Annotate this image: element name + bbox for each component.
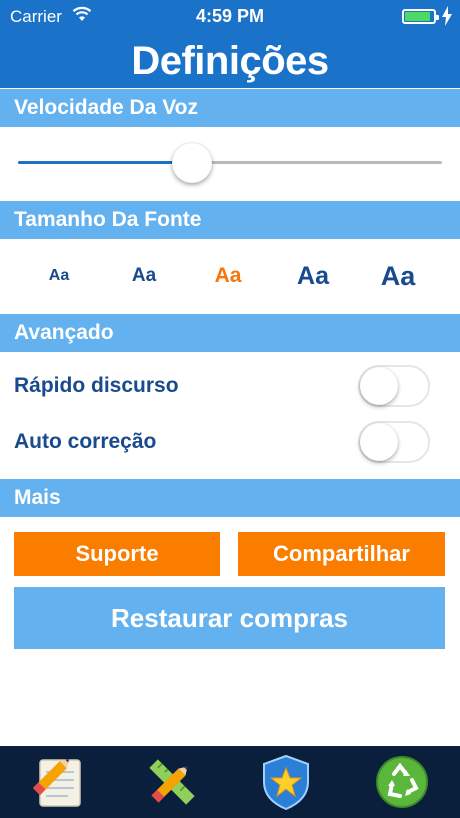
font-size-option-4[interactable]: Aa	[283, 240, 343, 312]
auto-correct-switch[interactable]	[358, 421, 430, 463]
toggle-row-fast-speech: Rápido discurso	[0, 358, 460, 414]
fast-speech-switch[interactable]	[358, 365, 430, 407]
notepad-pencil-icon[interactable]	[28, 752, 88, 812]
recycle-icon[interactable]	[372, 752, 432, 812]
slider-thumb[interactable]	[171, 143, 212, 183]
page-title: Definições	[131, 39, 329, 83]
slider-track[interactable]	[18, 161, 442, 164]
share-button[interactable]: Compartilhar	[238, 532, 445, 576]
status-bar: Carrier 4:59 PM	[0, 0, 460, 34]
charging-bolt-icon	[442, 6, 452, 31]
voice-speed-slider[interactable]	[0, 127, 460, 199]
toggle-label-fast-speech: Rápido discurso	[14, 374, 179, 397]
nav-header: Definições	[0, 34, 460, 88]
slider-fill	[18, 161, 192, 164]
font-size-options: Aa Aa Aa Aa Aa	[0, 240, 460, 312]
font-size-option-3[interactable]: Aa	[198, 240, 258, 312]
section-header-more: Mais	[0, 479, 460, 517]
toggle-label-auto-correct: Auto correção	[14, 430, 157, 453]
ruler-pencil-icon[interactable]	[142, 752, 202, 812]
toggle-row-auto-correct: Auto correção	[0, 414, 460, 470]
restore-purchases-button[interactable]: Restaurar compras	[14, 587, 445, 649]
battery-icon	[402, 9, 439, 24]
star-shield-icon[interactable]	[256, 752, 316, 812]
section-header-font-size: Tamanho Da Fonte	[0, 201, 460, 239]
font-size-option-5[interactable]: Aa	[368, 240, 428, 312]
font-size-option-1[interactable]: Aa	[29, 240, 89, 312]
switch-knob	[360, 367, 398, 405]
section-header-voice-speed: Velocidade Da Voz	[0, 89, 460, 127]
support-button[interactable]: Suporte	[14, 532, 220, 576]
switch-knob	[360, 423, 398, 461]
clock: 4:59 PM	[195, 6, 265, 26]
section-header-advanced: Avançado	[0, 314, 460, 352]
tab-bar	[0, 746, 460, 818]
font-size-option-2[interactable]: Aa	[114, 240, 174, 312]
